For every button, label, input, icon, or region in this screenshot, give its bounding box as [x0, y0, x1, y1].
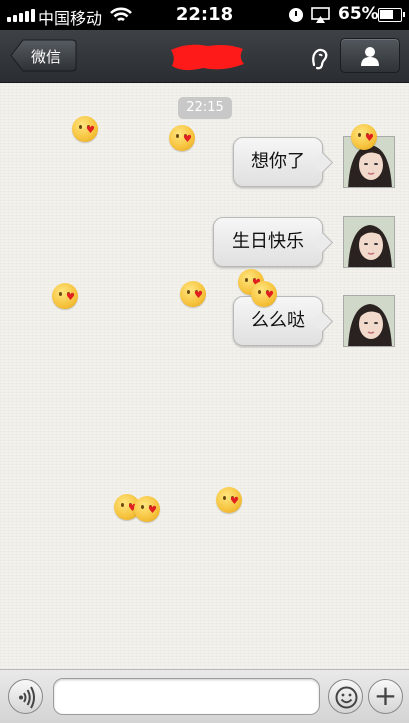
message-timestamp: 22:15 [178, 97, 232, 119]
back-button[interactable]: 微信 [10, 39, 77, 72]
plus-icon: + [373, 679, 398, 712]
message-bubble[interactable]: 生日快乐 [213, 217, 323, 267]
emoji-button[interactable] [328, 679, 363, 714]
kiss-emoji-icon [351, 124, 377, 150]
voice-button[interactable] [8, 679, 43, 714]
message-bubble[interactable]: 想你了 [233, 137, 323, 187]
alarm-icon [289, 8, 303, 22]
back-label: 微信 [31, 48, 62, 66]
earpiece-icon[interactable] [306, 43, 332, 71]
kiss-emoji-icon [72, 116, 98, 142]
battery-icon [378, 8, 405, 22]
profile-icon [361, 47, 379, 66]
battery-percent: 65% [338, 4, 379, 24]
kiss-emoji-icon [251, 281, 277, 307]
status-bar: 中国移动 22:18 65% [0, 0, 409, 30]
chat-area[interactable]: 22:15 想你了 生日快乐 么么哒 [0, 83, 409, 669]
plus-button[interactable]: + [368, 679, 403, 714]
kiss-emoji-icon [180, 281, 206, 307]
voice-icon [19, 686, 35, 709]
airplay-icon [311, 7, 330, 23]
avatar[interactable] [343, 216, 395, 268]
emoji-icon [335, 686, 358, 709]
kiss-emoji-icon [216, 487, 242, 513]
message-input[interactable] [53, 678, 320, 715]
nav-bar: 微信 [0, 30, 409, 83]
avatar[interactable] [343, 295, 395, 347]
kiss-emoji-icon [169, 125, 195, 151]
profile-button[interactable] [340, 38, 400, 73]
input-bar: + [0, 669, 409, 723]
message-bubble[interactable]: 么么哒 [233, 296, 323, 346]
kiss-emoji-icon [52, 283, 78, 309]
kiss-emoji-icon [134, 496, 160, 522]
title-redaction [171, 44, 244, 71]
